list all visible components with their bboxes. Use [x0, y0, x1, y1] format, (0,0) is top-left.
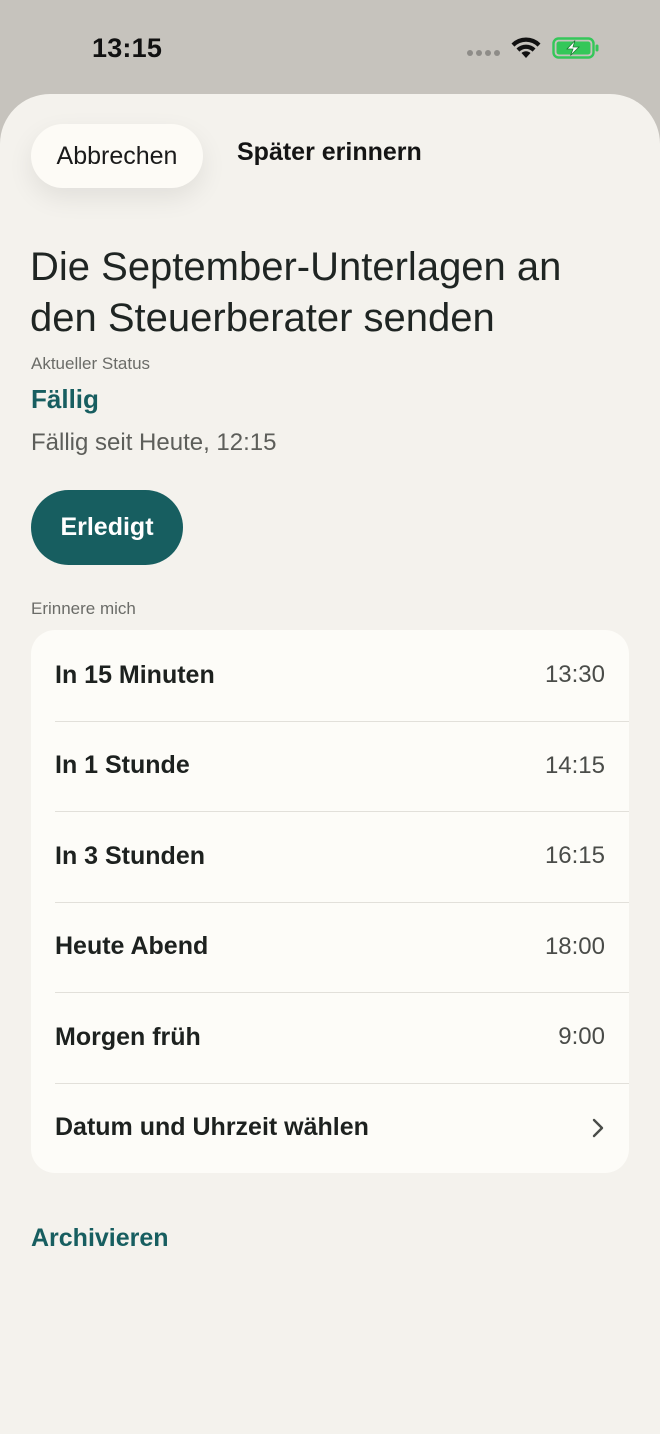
remind-option-tonight[interactable]: Heute Abend 18:00	[31, 901, 629, 993]
status-bar: 13:15	[0, 0, 660, 94]
done-button[interactable]: Erledigt	[31, 490, 183, 565]
archive-button[interactable]: Archivieren	[31, 1224, 169, 1253]
task-title: Die September-Unterlagen an den Steuerbe…	[30, 245, 562, 340]
choose-date-time-row[interactable]: Datum und Uhrzeit wählen	[31, 1082, 629, 1174]
remind-option-time: 16:15	[544, 842, 605, 870]
remind-option-time: 18:00	[544, 932, 605, 960]
remind-section-header: Erinnere mich	[31, 599, 136, 618]
remind-option-label: Heute Abend	[55, 932, 209, 961]
remind-option-label: In 15 Minuten	[55, 660, 215, 689]
remind-option-3-hours[interactable]: In 3 Stunden 16:15	[31, 811, 629, 902]
choose-date-time-label: Datum und Uhrzeit wählen	[55, 1113, 369, 1142]
remind-option-1-hour[interactable]: In 1 Stunde 14:15	[31, 720, 629, 812]
remind-option-time: 14:15	[544, 751, 605, 779]
remind-option-label: In 1 Stunde	[55, 751, 190, 780]
reminder-sheet: Abbrechen Später erinnern Die September-…	[0, 94, 660, 1434]
remind-option-15-minutes[interactable]: In 15 Minuten 13:30	[31, 630, 629, 721]
remind-options-list: In 15 Minuten 13:30 In 1 Stunde 14:15 In…	[31, 630, 629, 1173]
remind-later-button[interactable]: Später erinnern	[237, 138, 422, 167]
remind-option-tomorrow-morning[interactable]: Morgen früh 9:00	[31, 992, 629, 1083]
status-detail: Fällig seit Heute, 12:15	[31, 429, 277, 456]
status-label: Aktueller Status	[31, 354, 151, 373]
remind-option-time: 13:30	[544, 661, 605, 689]
cellular-signal-icon	[467, 50, 500, 56]
cancel-button[interactable]: Abbrechen	[31, 124, 203, 188]
remind-option-time: 9:00	[558, 1023, 605, 1051]
chevron-right-icon	[592, 1118, 604, 1137]
status-time: 13:15	[92, 33, 163, 63]
status-value: Fällig	[31, 384, 99, 414]
battery-charging-icon	[552, 37, 599, 59]
remind-option-label: Morgen früh	[55, 1022, 201, 1051]
remind-option-label: In 3 Stunden	[55, 841, 205, 870]
wifi-icon	[511, 37, 541, 58]
